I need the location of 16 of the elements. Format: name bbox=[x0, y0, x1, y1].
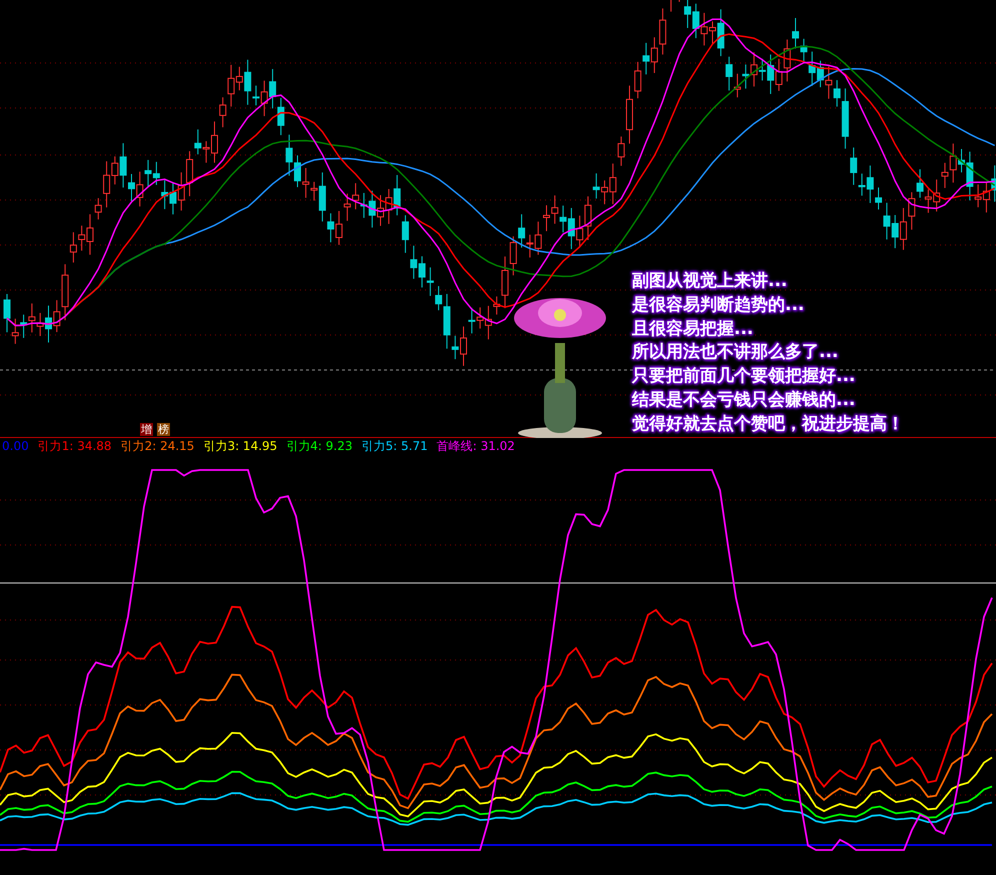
chart-tag: 榜 bbox=[157, 423, 170, 436]
legend-label: 引力2: 24.15 bbox=[120, 438, 194, 455]
caption-line: 副图从视觉上来讲... bbox=[632, 270, 788, 293]
caption-line: 且很容易把握... bbox=[632, 318, 754, 341]
legend-label: 引力3: 14.95 bbox=[203, 438, 278, 455]
caption-line: 觉得好就去点个赞吧，祝进步提高！ bbox=[632, 412, 904, 436]
caption-line: 所以用法也不讲那么多了... bbox=[632, 341, 838, 364]
chart-tag: 增 bbox=[140, 423, 153, 436]
legend-label: 引力4: 9.23 bbox=[286, 438, 353, 455]
caption-line: 结果是不会亏钱只会赚钱的... bbox=[632, 388, 856, 412]
caption-line: 是很容易判断趋势的... bbox=[632, 294, 804, 317]
legend-label: 引力1: 34.88 bbox=[38, 438, 112, 455]
legend-label: 引力5: 5.71 bbox=[362, 438, 428, 455]
caption-line: 只要把前面几个要领把握好... bbox=[632, 365, 856, 388]
legend-label: 0.00 bbox=[2, 438, 29, 455]
legend-label: 首峰线: 31.02 bbox=[436, 438, 515, 455]
